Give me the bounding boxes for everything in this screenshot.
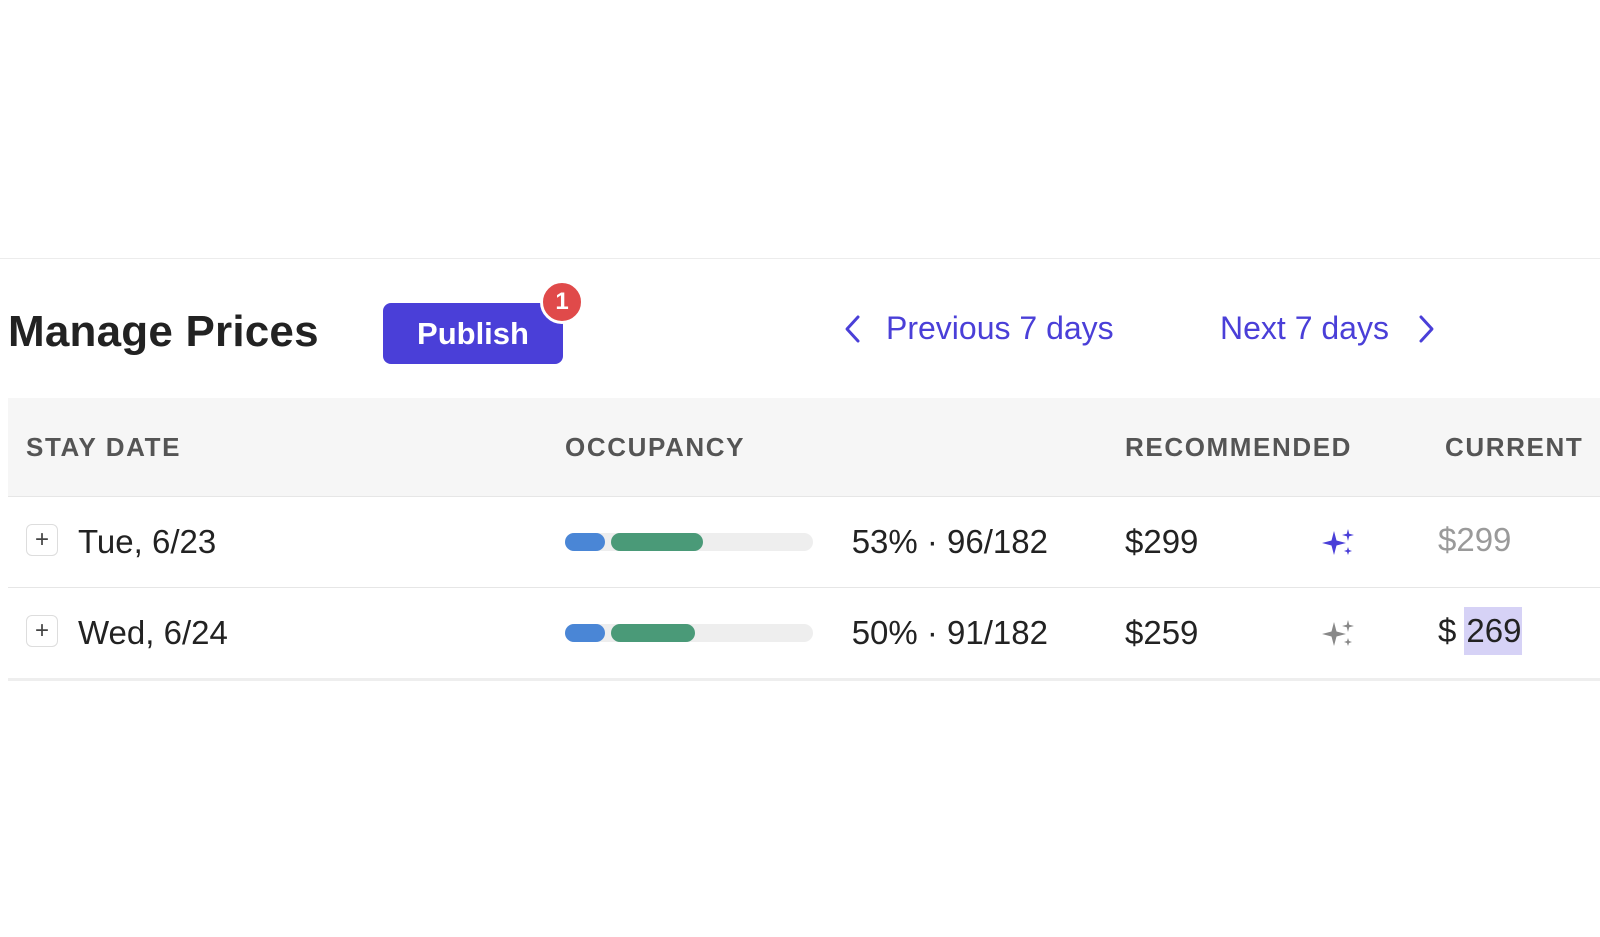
stay-date: Tue, 6/23 xyxy=(78,523,217,560)
current-price-cell: $ xyxy=(1438,607,1523,655)
expand-row-button[interactable]: + xyxy=(26,615,58,647)
publish-button[interactable]: Publish xyxy=(383,303,563,364)
column-header-current: CURRENT xyxy=(1445,432,1584,462)
table-row: + Tue, 6/23 53% · 96/182 $299 $299 xyxy=(8,497,1600,588)
expand-row-button[interactable]: + xyxy=(26,524,58,556)
next-7-days-link[interactable]: Next 7 days xyxy=(1220,310,1437,347)
current-price: $299 xyxy=(1438,521,1512,558)
column-header-stay-date: STAY DATE xyxy=(26,432,182,462)
plus-icon: + xyxy=(34,526,49,553)
manage-prices-page: Manage Prices Publish 1 Previous 7 days … xyxy=(0,0,1600,937)
current-price-currency: $ xyxy=(1438,612,1457,649)
publish-count-badge: 1 xyxy=(540,280,584,324)
occupancy-bar-pickup xyxy=(611,624,695,642)
header-bar: Manage Prices Publish 1 Previous 7 days … xyxy=(0,280,1600,380)
plus-icon: + xyxy=(34,617,49,644)
recommended-price: $299 xyxy=(1125,523,1199,560)
occupancy-bar xyxy=(565,533,813,551)
previous-7-days-label: Previous 7 days xyxy=(886,310,1114,346)
current-price-cell[interactable]: $299 xyxy=(1438,516,1511,564)
occupancy-bar-booked xyxy=(565,533,605,551)
chevron-right-icon xyxy=(1419,315,1434,342)
table-header: STAY DATE OCCUPANCY RECOMMENDED CURRENT xyxy=(8,398,1600,497)
occupancy-text: 53% · 96/182 xyxy=(851,523,1048,560)
column-header-occupancy: OCCUPANCY xyxy=(565,432,746,462)
occupancy-bar-booked xyxy=(565,624,605,642)
sparkle-icon[interactable] xyxy=(1320,616,1356,652)
column-header-recommended: RECOMMENDED xyxy=(1125,432,1353,462)
top-divider xyxy=(0,258,1600,259)
recommended-price: $259 xyxy=(1125,614,1199,651)
table-row: + Wed, 6/24 50% · 91/182 $259 $ xyxy=(8,588,1600,681)
occupancy-text: 50% · 91/182 xyxy=(851,614,1048,651)
previous-7-days-link[interactable]: Previous 7 days xyxy=(842,310,1114,347)
occupancy-bar xyxy=(565,624,813,642)
current-price-input[interactable] xyxy=(1464,607,1523,655)
page-title: Manage Prices xyxy=(8,307,319,356)
prices-table: STAY DATE OCCUPANCY RECOMMENDED CURRENT … xyxy=(8,398,1600,681)
stay-date: Wed, 6/24 xyxy=(78,614,228,651)
sparkle-icon[interactable] xyxy=(1320,525,1356,561)
occupancy-bar-pickup xyxy=(611,533,703,551)
next-7-days-label: Next 7 days xyxy=(1220,310,1389,346)
chevron-left-icon xyxy=(845,315,860,342)
